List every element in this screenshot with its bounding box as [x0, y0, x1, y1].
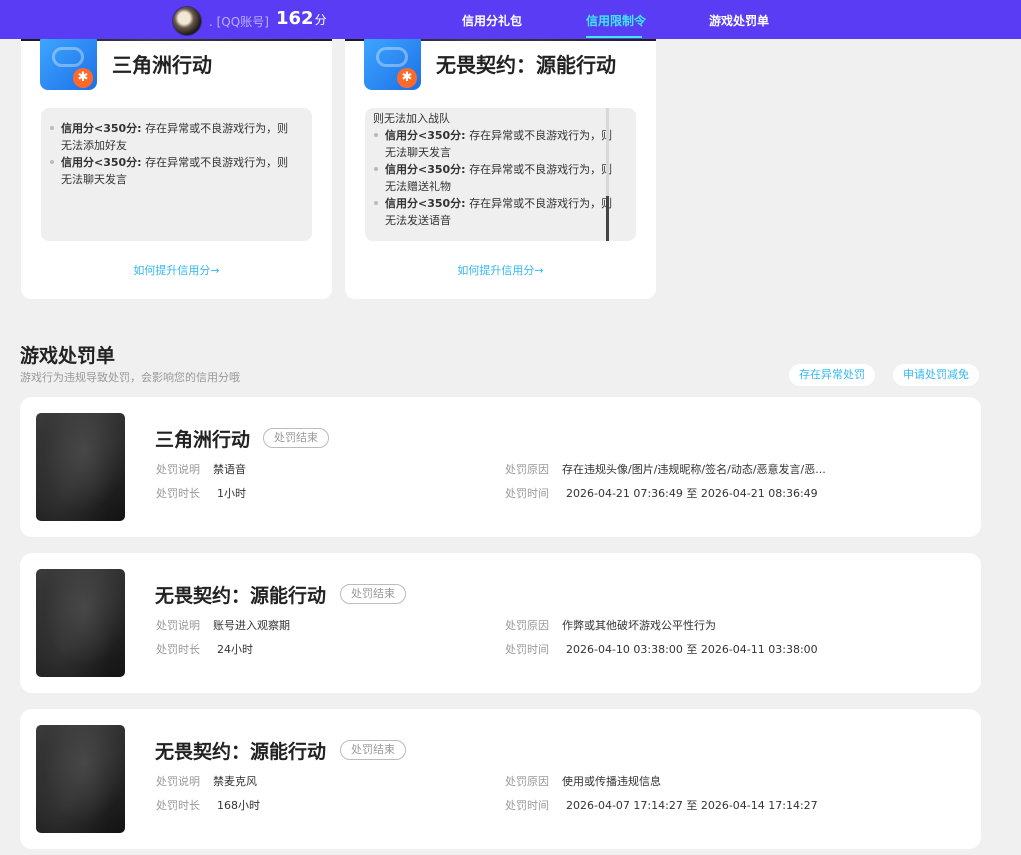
time-value: 2026-04-21 07:36:49 至 2026-04-21 08:36:4…	[566, 487, 818, 500]
appeal-reduction-button[interactable]: 申请处罚减免	[893, 364, 979, 386]
badge-icon: ✱	[397, 68, 417, 88]
top-bar: . [QQ账号] 162分 信用分礼包 信用限制令 游戏处罚单	[0, 0, 1021, 39]
game-restriction-card: ✱ 三角洲行动 信用分<350分: 存在异常或不良游戏行为，则无法添加好友 信用…	[21, 0, 332, 299]
section-title: 游戏处罚单	[20, 345, 116, 367]
rule-item: 信用分<350分: 存在异常或不良游戏行为，则无法聊天发言	[49, 154, 294, 188]
tab-game-penalty[interactable]: 游戏处罚单	[709, 12, 769, 29]
rule-item-continued: 则无法加入战队	[373, 112, 450, 125]
game-title: 三角洲行动	[112, 53, 212, 77]
time-value: 2026-04-10 03:38:00 至 2026-04-11 03:38:0…	[566, 643, 818, 656]
desc-label: 处罚说明	[156, 619, 200, 632]
penalty-game-title: 三角洲行动	[155, 429, 251, 451]
tab-credit-restriction[interactable]: 信用限制令	[586, 12, 646, 29]
rule-item: 信用分<350分: 存在异常或不良游戏行为，则无法添加好友	[49, 120, 294, 154]
account-label: . [QQ账号]	[209, 15, 269, 29]
time-label: 处罚时间	[505, 487, 549, 500]
status-badge: 处罚结束	[263, 428, 329, 448]
reason-value: 存在违规头像/图片/违规昵称/签名/动态/恶意发言/恶...	[562, 463, 826, 476]
duration-value: 24小时	[217, 643, 253, 656]
desc-value: 禁麦克风	[213, 775, 257, 788]
penalty-game-title: 无畏契约：源能行动	[155, 741, 327, 763]
restriction-rules-box[interactable]: 则无法加入战队 信用分<350分: 存在异常或不良游戏行为，则无法聊天发言 信用…	[365, 108, 636, 241]
game-thumbnail	[36, 725, 125, 833]
time-label: 处罚时间	[505, 643, 549, 656]
penalty-card: 三角洲行动 处罚结束 处罚说明 禁语音 处罚时长 1小时 处罚原因 存在违规头像…	[20, 397, 981, 537]
section-subtitle: 游戏行为违规导致处罚，会影响您的信用分哦	[20, 371, 240, 384]
desc-value: 账号进入观察期	[213, 619, 290, 632]
desc-label: 处罚说明	[156, 775, 200, 788]
duration-label: 处罚时长	[156, 487, 200, 500]
badge-icon: ✱	[73, 68, 93, 88]
reason-value: 作弊或其他破坏游戏公平性行为	[562, 619, 716, 632]
duration-value: 168小时	[217, 799, 260, 812]
rules-scrollbar[interactable]	[606, 108, 609, 241]
penalty-card: 无畏契约：源能行动 处罚结束 处罚说明 禁麦克风 处罚时长 168小时 处罚原因…	[20, 709, 981, 849]
duration-value: 1小时	[217, 487, 246, 500]
restriction-rules-box: 信用分<350分: 存在异常或不良游戏行为，则无法添加好友 信用分<350分: …	[41, 108, 312, 241]
game-restriction-card: ✱ 无畏契约：源能行动 则无法加入战队 信用分<350分: 存在异常或不良游戏行…	[345, 0, 656, 299]
time-label: 处罚时间	[505, 799, 549, 812]
time-value: 2026-04-07 17:14:27 至 2026-04-14 17:14:2…	[566, 799, 818, 812]
reason-label: 处罚原因	[505, 619, 549, 632]
game-icon: ✱	[364, 33, 421, 90]
avatar[interactable]	[172, 6, 202, 36]
reason-label: 处罚原因	[505, 775, 549, 788]
rule-item: 信用分<350分: 存在异常或不良游戏行为，则无法聊天发言	[373, 127, 618, 161]
desc-label: 处罚说明	[156, 463, 200, 476]
how-to-improve-link[interactable]: 如何提升信用分→	[345, 262, 656, 278]
desc-value: 禁语音	[213, 463, 246, 476]
reason-label: 处罚原因	[505, 463, 549, 476]
gamepad-icon	[376, 47, 408, 67]
penalty-game-title: 无畏契约：源能行动	[155, 585, 327, 607]
scrollbar-thumb[interactable]	[606, 196, 609, 241]
credit-score-unit: 分	[314, 13, 327, 27]
credit-score-value: 162	[276, 8, 314, 29]
credit-score: 162分	[276, 8, 327, 29]
how-to-improve-link[interactable]: 如何提升信用分→	[21, 262, 332, 278]
status-badge: 处罚结束	[340, 740, 406, 760]
reason-value: 使用或传播违规信息	[562, 775, 661, 788]
penalty-card: 无畏契约：源能行动 处罚结束 处罚说明 账号进入观察期 处罚时长 24小时 处罚…	[20, 553, 981, 693]
active-tab-indicator	[586, 36, 642, 38]
rule-item: 信用分<350分: 存在异常或不良游戏行为，则无法发送语音	[373, 195, 618, 229]
abnormal-penalty-button[interactable]: 存在异常处罚	[789, 364, 875, 386]
game-icon: ✱	[40, 33, 97, 90]
rule-item: 信用分<350分: 存在异常或不良游戏行为，则无法赠送礼物	[373, 161, 618, 195]
status-badge: 处罚结束	[340, 584, 406, 604]
tab-credit-gift[interactable]: 信用分礼包	[462, 12, 522, 29]
duration-label: 处罚时长	[156, 643, 200, 656]
gamepad-icon	[52, 47, 84, 67]
game-title: 无畏契约：源能行动	[436, 53, 616, 77]
duration-label: 处罚时长	[156, 799, 200, 812]
game-thumbnail	[36, 413, 125, 521]
game-thumbnail	[36, 569, 125, 677]
